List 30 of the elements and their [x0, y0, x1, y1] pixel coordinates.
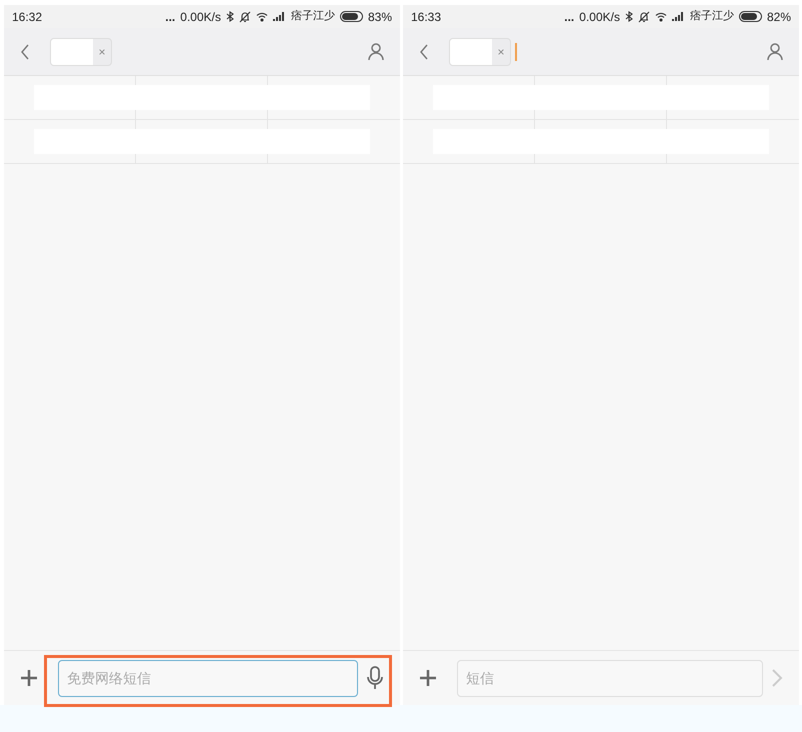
bell-off-icon	[238, 10, 251, 22]
bluetooth-icon	[624, 11, 633, 22]
carrier-name: 痞子江少	[690, 9, 734, 24]
battery-percent: 82%	[766, 8, 791, 26]
message-field[interactable]: 免费网络短信	[58, 660, 358, 696]
battery-icon	[340, 11, 363, 22]
status-time: 16:33	[411, 8, 442, 26]
wifi-icon	[654, 12, 667, 22]
network-speed: 0.00K/s	[180, 8, 221, 26]
recipient-chip[interactable]: ×	[449, 38, 511, 66]
microphone-icon[interactable]	[366, 666, 384, 690]
bluetooth-icon	[226, 11, 234, 22]
back-icon[interactable]	[20, 44, 30, 60]
battery-icon	[738, 11, 762, 22]
battery-percent: 83%	[368, 8, 392, 26]
plus-icon[interactable]	[419, 669, 437, 687]
wifi-icon	[256, 12, 268, 22]
contact-icon[interactable]	[767, 42, 783, 60]
status-time: 16:32	[12, 8, 42, 26]
network-speed: 0.00K/s	[579, 8, 620, 26]
signal-icon	[272, 12, 286, 21]
recipient-chip[interactable]: ×	[50, 38, 112, 66]
bell-off-icon	[638, 10, 650, 22]
more-dots: ...	[165, 8, 176, 26]
signal-icon	[672, 12, 685, 21]
more-dots: ...	[564, 8, 574, 26]
carrier-name: 痞子江少	[290, 9, 335, 24]
contact-icon[interactable]	[368, 42, 384, 60]
plus-icon[interactable]	[20, 669, 38, 687]
back-icon[interactable]	[419, 44, 429, 60]
